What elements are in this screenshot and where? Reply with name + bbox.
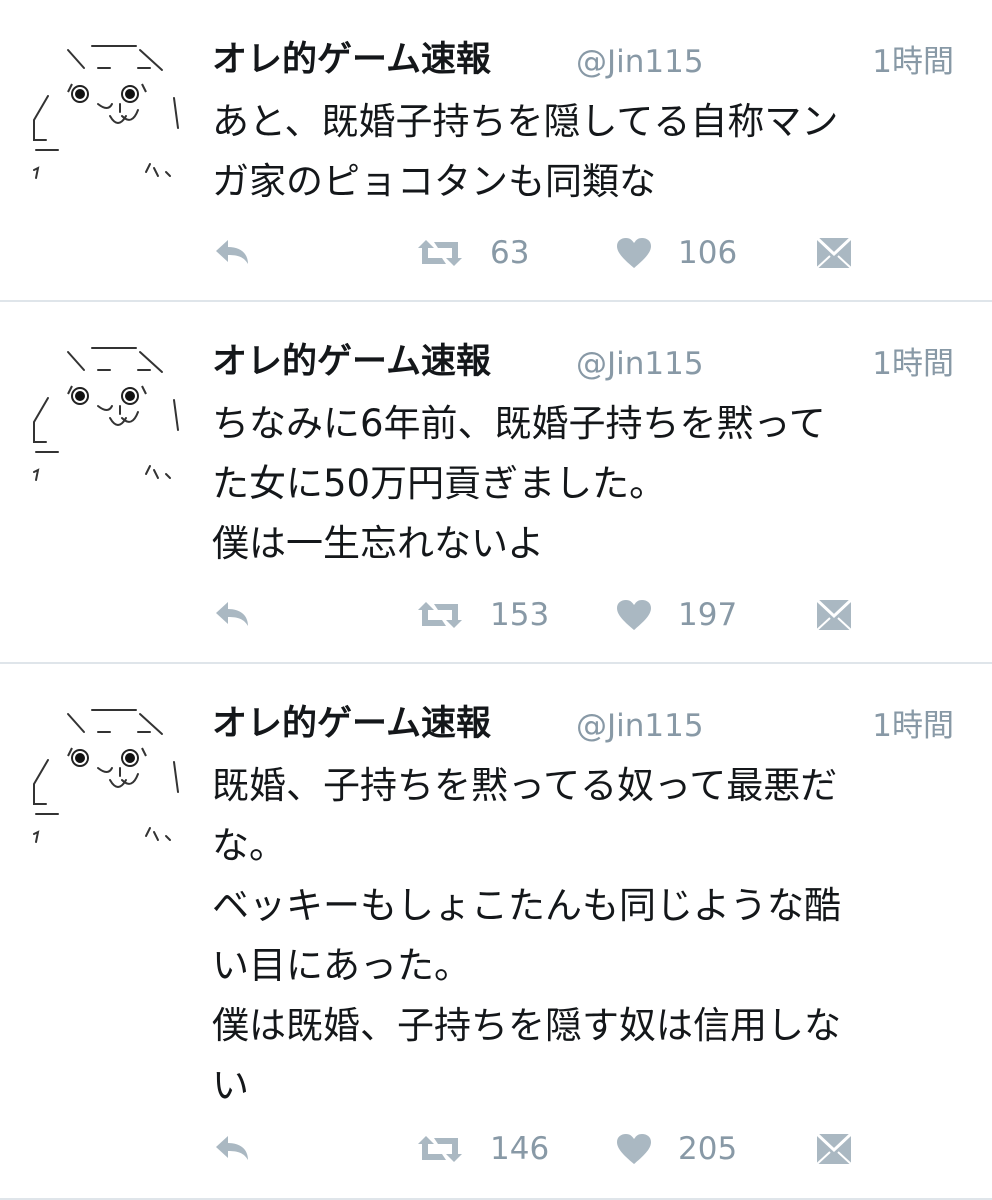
reply-icon <box>216 1136 248 1160</box>
heart-icon <box>617 600 651 630</box>
reply-button[interactable] <box>212 228 252 278</box>
tweet[interactable]: オレ的ゲーム速報 @Jin115 1時間 ちなみに6年前、既婚子持ちを黙って た… <box>0 302 992 664</box>
like-count: 106 <box>678 235 738 271</box>
heart-icon <box>617 238 651 268</box>
tweet-actions: 146 205 <box>212 1124 972 1174</box>
retweet-button[interactable]: 146 <box>416 1124 549 1174</box>
tweet-text-line: あと、既婚子持ちを隠してる自称マン <box>212 100 839 143</box>
tweet-text-line: 僕は一生忘れないよ <box>212 522 545 565</box>
reply-button[interactable] <box>212 1124 252 1174</box>
tweet-actions: 153 197 <box>212 590 972 640</box>
tweet[interactable]: オレ的ゲーム速報 @Jin115 1時間 既婚、子持ちを黙ってる奴って最悪だ な… <box>0 664 992 1200</box>
retweet-icon <box>418 1136 462 1162</box>
envelope-icon <box>816 1132 852 1165</box>
direct-message-button[interactable] <box>816 1124 852 1174</box>
direct-message-button[interactable] <box>816 228 852 278</box>
tweet-text-line: 僕は既婚、子持ちを隠す奴は信用しな <box>212 1004 841 1047</box>
heart-icon <box>617 1134 651 1164</box>
envelope-icon <box>816 598 852 631</box>
retweet-button[interactable]: 153 <box>416 590 549 640</box>
ascii-face-avatar-image <box>33 709 179 843</box>
tweet-text-line: 既婚、子持ちを黙ってる奴って最悪だ <box>212 764 838 807</box>
reply-icon <box>216 240 248 264</box>
like-count: 205 <box>678 1131 738 1167</box>
tweet-timestamp[interactable]: 1時間 <box>872 36 954 88</box>
like-button[interactable]: 106 <box>616 228 737 278</box>
tweet-text: 既婚、子持ちを黙ってる奴って最悪だ な。 ベッキーもしょこたんも同じような酷 い… <box>212 756 974 1116</box>
retweet-count: 146 <box>490 1131 550 1167</box>
retweet-button[interactable]: 63 <box>416 228 529 278</box>
retweet-icon <box>418 602 462 628</box>
user-handle[interactable]: @Jin115 <box>576 36 704 88</box>
tweet-header: オレ的ゲーム速報 @Jin115 1時間 <box>212 698 962 750</box>
retweet-icon <box>418 240 462 266</box>
tweet-text-line: ガ家のピョコタンも同類な <box>212 160 656 203</box>
tweet-actions: 63 106 <box>212 228 972 278</box>
tweet-text-line: い目にあった。 <box>212 944 471 987</box>
like-button[interactable]: 205 <box>616 1124 737 1174</box>
retweet-count: 63 <box>490 235 530 271</box>
reply-button[interactable] <box>212 590 252 640</box>
tweet-text-line: い <box>212 1064 249 1107</box>
retweet-count: 153 <box>490 597 550 633</box>
user-handle[interactable]: @Jin115 <box>576 700 704 752</box>
display-name[interactable]: オレ的ゲーム速報 <box>212 698 491 750</box>
user-handle[interactable]: @Jin115 <box>576 338 704 390</box>
tweet-text-line: ベッキーもしょこたんも同じような酷 <box>212 884 841 927</box>
tweet-header: オレ的ゲーム速報 @Jin115 1時間 <box>212 34 962 86</box>
tweet-text: ちなみに6年前、既婚子持ちを黙って た女に50万円貢ぎました。 僕は一生忘れない… <box>212 394 974 574</box>
tweet-timestamp[interactable]: 1時間 <box>872 700 954 752</box>
ascii-face-avatar-image <box>33 347 179 481</box>
tweet-text-line: ちなみに6年前、既婚子持ちを黙って <box>212 402 826 445</box>
avatar[interactable] <box>28 40 188 190</box>
tweet[interactable]: オレ的ゲーム速報 @Jin115 1時間 あと、既婚子持ちを隠してる自称マン ガ… <box>0 0 992 302</box>
tweet-feed: オレ的ゲーム速報 @Jin115 1時間 あと、既婚子持ちを隠してる自称マン ガ… <box>0 0 992 1200</box>
like-button[interactable]: 197 <box>616 590 737 640</box>
ascii-face-avatar-image <box>33 45 179 179</box>
tweet-text-line: た女に50万円貢ぎました。 <box>212 462 667 505</box>
avatar[interactable] <box>28 704 188 854</box>
reply-icon <box>216 602 248 626</box>
tweet-header: オレ的ゲーム速報 @Jin115 1時間 <box>212 336 962 388</box>
tweet-text: あと、既婚子持ちを隠してる自称マン ガ家のピョコタンも同類な <box>212 92 974 212</box>
direct-message-button[interactable] <box>816 590 852 640</box>
display-name[interactable]: オレ的ゲーム速報 <box>212 336 491 388</box>
tweet-timestamp[interactable]: 1時間 <box>872 338 954 390</box>
display-name[interactable]: オレ的ゲーム速報 <box>212 34 491 86</box>
avatar[interactable] <box>28 342 188 492</box>
tweet-text-line: な。 <box>212 824 286 867</box>
envelope-icon <box>816 236 852 269</box>
like-count: 197 <box>678 597 738 633</box>
